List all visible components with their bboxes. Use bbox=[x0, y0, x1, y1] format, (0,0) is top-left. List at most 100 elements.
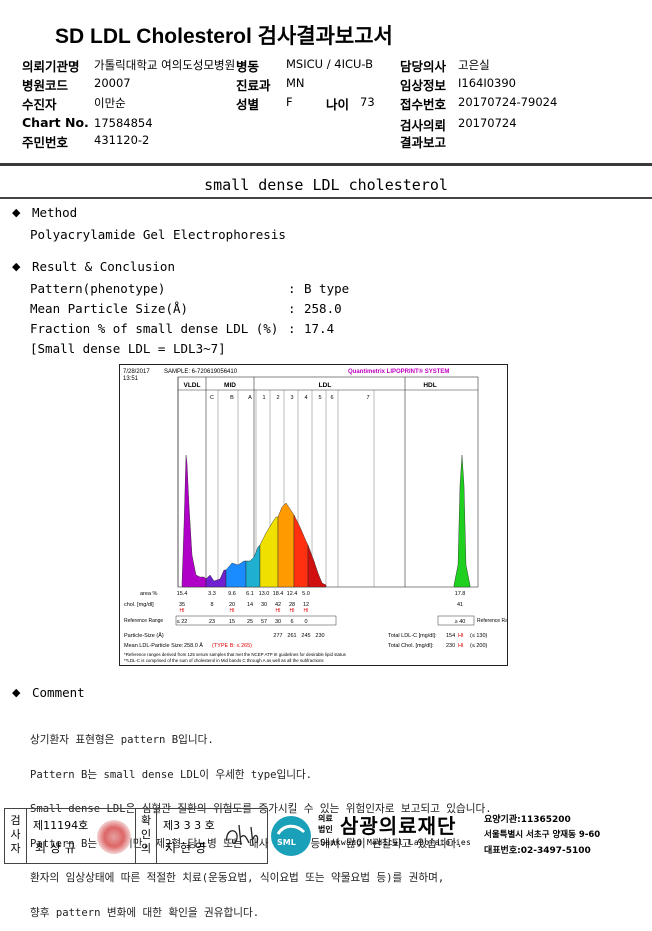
total-ldl-ref: (≤ 130) bbox=[470, 633, 488, 639]
institution-label: 의뢰기관명 bbox=[22, 59, 80, 74]
hospital-code-label: 병원코드 bbox=[22, 78, 69, 93]
resident-no-label: 주민번호 bbox=[22, 135, 69, 150]
total-ldl-flag: HI bbox=[458, 633, 464, 639]
area-value: 5.0 bbox=[302, 591, 310, 597]
mean-size-value: 258.0 bbox=[304, 301, 342, 316]
comment-line: Pattern B는 small dense LDL이 우세한 type입니다. bbox=[30, 768, 313, 781]
report-title: SD LDL Cholesterol 검사결과보고서 bbox=[55, 25, 393, 48]
chart-time: 13:51 bbox=[123, 376, 139, 382]
ldl4-area bbox=[307, 544, 327, 588]
ldl1-area bbox=[259, 516, 279, 588]
org-name-en: Samkwang Medical Laboratories bbox=[320, 838, 472, 847]
doctor-label: 담당의사 bbox=[400, 59, 447, 74]
sml-logo-icon bbox=[271, 816, 311, 856]
chol-flag: HI bbox=[304, 608, 309, 614]
chol-value: 30 bbox=[261, 602, 267, 608]
chol-flag: HI bbox=[180, 608, 185, 614]
section-divider bbox=[0, 197, 652, 199]
phone: 대표번호:02-3497-5100 bbox=[484, 846, 591, 856]
ref-label: Reference Range bbox=[124, 618, 163, 624]
total-chol-flag: HI bbox=[458, 643, 464, 649]
method-text: Polyacrylamide Gel Electrophoresis bbox=[30, 227, 286, 242]
ward-label: 병동 bbox=[236, 59, 260, 74]
ref-value: 6 bbox=[290, 619, 293, 625]
checker-label: 확인의 bbox=[135, 809, 157, 863]
total-chol-label: Total Chol. [mg/dl]: bbox=[388, 643, 434, 649]
patient-value: 이만순 bbox=[94, 96, 126, 110]
chol-label: chol. [mg/dl] bbox=[124, 602, 154, 608]
area-value: 6.1 bbox=[246, 591, 254, 597]
particle-size-value: 245 bbox=[301, 633, 310, 639]
ref-value: 23 bbox=[209, 619, 215, 625]
address: 서울특별시 서초구 양재동 9-60 bbox=[484, 830, 601, 840]
ref-value: ≥ 40 bbox=[455, 619, 466, 625]
examiner-seal bbox=[97, 820, 131, 854]
type-label: (TYPE B: ≤ 265) bbox=[212, 643, 252, 649]
clinical-info-value: I164I0390 bbox=[458, 76, 516, 90]
band-label: 4 bbox=[304, 395, 307, 401]
particle-size-value: 261 bbox=[287, 633, 296, 639]
area-value: 12.4 bbox=[287, 591, 298, 597]
area-value: 17.8 bbox=[455, 591, 466, 597]
band-label: 5 bbox=[318, 395, 321, 401]
chart-date: 7/28/2017 bbox=[123, 369, 150, 375]
diamond-bullet-icon: ◆ bbox=[12, 260, 21, 273]
chart-system: Quantimetrix LIPOPRINT® SYSTEM bbox=[348, 368, 449, 375]
mid-a-area bbox=[245, 544, 261, 588]
request-value: 20170724 bbox=[458, 116, 517, 130]
patient-label: 수진자 bbox=[22, 97, 57, 112]
total-chol-value: 230 bbox=[446, 643, 455, 649]
chol-flag: HI bbox=[290, 608, 295, 614]
signature-box: 검사자 제11194호 최 상 규 확인의 제3 3 3 호 지 현 영 bbox=[4, 808, 268, 864]
section-title: small dense LDL cholesterol bbox=[204, 176, 448, 194]
examiner-label: 검사자 bbox=[5, 809, 27, 863]
fraction-label: Fraction % of small dense LDL (%) bbox=[30, 321, 279, 336]
band-label: 7 bbox=[366, 395, 369, 401]
diamond-bullet-icon: ◆ bbox=[12, 686, 21, 699]
examiner-name: 최 상 규 bbox=[35, 841, 76, 855]
hdl-peak bbox=[453, 454, 471, 588]
chol-flag: HI bbox=[230, 608, 235, 614]
ward-value: MSICU / 4ICU-B bbox=[286, 57, 374, 71]
ref-value: 25 bbox=[247, 619, 253, 625]
checker-no: 제3 3 3 호 bbox=[163, 819, 215, 832]
particle-size-value: 277 bbox=[273, 633, 282, 639]
chol-value: 41 bbox=[457, 602, 463, 608]
mid-c-area bbox=[205, 569, 227, 588]
chart-no-value: 17584854 bbox=[94, 116, 153, 130]
band-label: 6 bbox=[330, 395, 333, 401]
clinical-info-label: 임상정보 bbox=[400, 78, 447, 93]
checker-label-text: 확인의 bbox=[140, 814, 152, 855]
band-label: 2 bbox=[276, 395, 279, 401]
fraction-value: 17.4 bbox=[304, 321, 335, 336]
total-ldl-label: Total LDL-C [mg/dl]: bbox=[388, 633, 437, 639]
resident-no-value: 431120-2 bbox=[94, 133, 150, 147]
receipt-no-value: 20170724-79024 bbox=[458, 95, 558, 109]
ref-box bbox=[175, 615, 337, 626]
ref-value: 30 bbox=[275, 619, 281, 625]
sml-logo-text: SML bbox=[277, 838, 296, 847]
band-label: B bbox=[230, 395, 234, 401]
region-label: LDL bbox=[319, 382, 332, 389]
band-label: C bbox=[210, 395, 214, 401]
result-heading: Result & Conclusion bbox=[32, 259, 175, 274]
chol-value: 8 bbox=[210, 602, 213, 608]
code-line: 요양기관:11365200 bbox=[484, 815, 571, 825]
sdldl-note: [Small dense LDL = LDL3~7] bbox=[30, 341, 226, 356]
institution-value: 가톨릭대학교 여의도성모병원 bbox=[94, 58, 236, 72]
sex-label: 성별 bbox=[236, 97, 260, 112]
comment-line: 향후 pattern 변화에 대한 확인을 권유합니다. bbox=[30, 906, 260, 919]
hospital-code-value: 20007 bbox=[94, 76, 131, 90]
mid-b-area bbox=[225, 560, 247, 588]
ref-value: 0 bbox=[304, 619, 307, 625]
footnote-1: *Reference ranges derived from 125 serum… bbox=[124, 652, 347, 657]
sex-value: F bbox=[286, 95, 293, 109]
region-label: HDL bbox=[423, 382, 436, 389]
ref-value: 15 bbox=[229, 619, 235, 625]
band-label: A bbox=[248, 395, 252, 401]
comment-line: 환자의 임상상태에 따른 적절한 치료(운동요법, 식이요법 또는 약물요법 등… bbox=[30, 872, 445, 884]
age-label: 나이 bbox=[326, 97, 350, 112]
particle-size-value: 230 bbox=[315, 633, 324, 639]
region-label: VLDL bbox=[184, 382, 201, 389]
total-chol-ref: (≤ 200) bbox=[470, 643, 488, 649]
